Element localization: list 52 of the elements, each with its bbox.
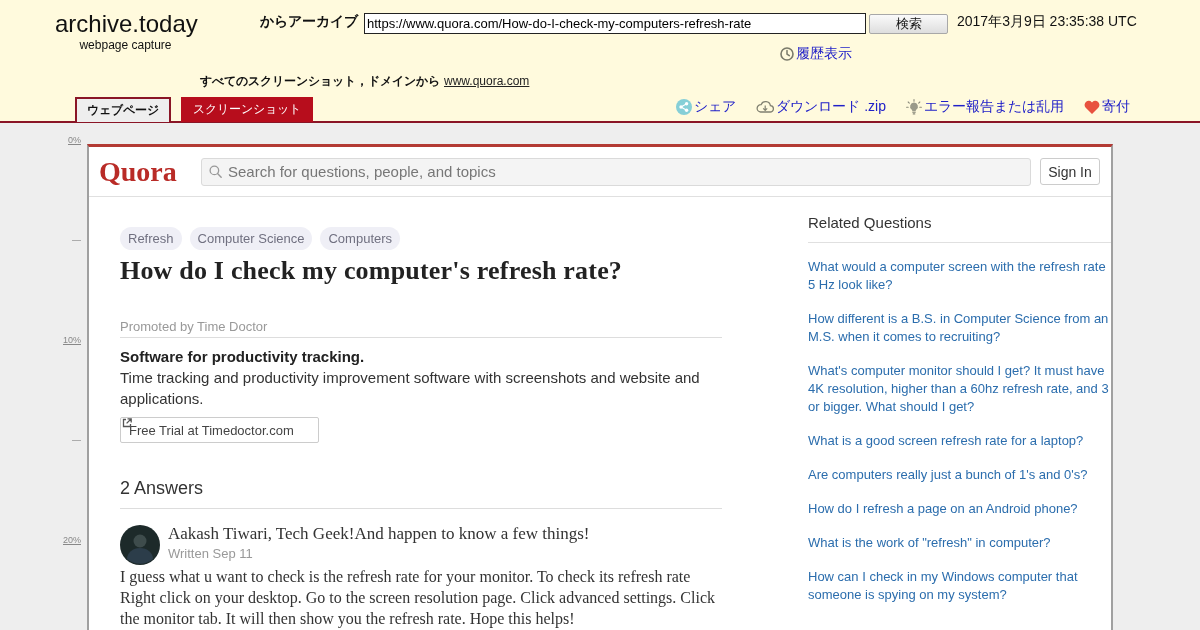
- related-question-link[interactable]: Are computers really just a bunch of 1's and 0's?: [808, 466, 1088, 484]
- ad-cta-button[interactable]: Free Trial at Timedoctor.com: [120, 417, 319, 443]
- archive-label: からアーカイブ: [260, 12, 358, 31]
- answer-count: 2 Answers: [120, 477, 722, 509]
- tab[interactable]: ウェブページ: [75, 97, 171, 122]
- scale-label[interactable]: 10%: [63, 335, 81, 345]
- scale-label[interactable]: 20%: [63, 535, 81, 545]
- scale-label[interactable]: 0%: [68, 135, 81, 145]
- ad-headline: Software for productivity tracking.: [120, 347, 366, 367]
- scale-tick: —: [72, 435, 81, 445]
- heart-icon: [1084, 99, 1100, 114]
- report-link[interactable]: エラー報告または乱用: [906, 98, 1064, 115]
- site-logo[interactable]: archive.today: [55, 10, 196, 38]
- ad-description: Time tracking and productivity improvement software with screenshots and website and applications.: [120, 368, 701, 409]
- search-icon: [209, 164, 222, 178]
- related-question-link[interactable]: What is the work of "refresh" in computer?: [808, 534, 1051, 552]
- answer-date: Written Sep 11: [168, 546, 253, 562]
- history-link[interactable]: 履歴表示: [780, 45, 852, 62]
- quora-logo[interactable]: Quora: [99, 156, 179, 187]
- share-link[interactable]: シェア: [676, 98, 737, 115]
- domain-label: すべてのスクリーンショット，ドメインから: [200, 74, 440, 88]
- answer-text: I guess what u want to check is the refresh rate for your monitor. To check its refresh rate Right click on your desktop. Go to the screen resolution page. Click advanced settings. Click the monitor tab. It will then show you the refresh rate. Hope this helps!: [120, 567, 716, 629]
- related-question-link[interactable]: How do I refresh a page on an Android phone?: [808, 500, 1078, 518]
- capture-time: 2017年3月9日 23:35:38 UTC: [957, 12, 1137, 31]
- related-question-link[interactable]: What's computer monitor should I get? It must have 4K resolution, higher than a 60hz refresh rate, and 3 or bigger. What should I get?: [808, 362, 1109, 416]
- url-field[interactable]: https://www.quora.com/How-do-I-check-my-computers-refresh-rate: [364, 13, 866, 34]
- related-question-link[interactable]: How different is a B.S. in Computer Science from an M.S. when it comes to recruiting?: [808, 310, 1109, 346]
- donate-link[interactable]: 寄付: [1084, 98, 1130, 115]
- scale-tick: —: [72, 235, 81, 245]
- domain-link[interactable]: www.quora.com: [444, 74, 530, 88]
- related-questions-heading: Related Questions: [808, 213, 1111, 243]
- topic-tag[interactable]: Refresh: [120, 227, 182, 250]
- lightbulb-icon: [906, 98, 922, 115]
- cloud-download-icon: [756, 100, 775, 113]
- share-icon: [676, 98, 693, 115]
- clock-icon: [780, 46, 794, 61]
- avatar-icon: [120, 525, 160, 565]
- promoted-label: Promoted by Time Doctor: [120, 319, 722, 338]
- download-link[interactable]: ダウンロード .zip: [756, 98, 886, 115]
- search-field[interactable]: Search for questions, people, and topics: [201, 157, 1031, 186]
- site-tagline: webpage capture: [78, 38, 173, 52]
- topic-tag[interactable]: Computer Science: [189, 227, 313, 250]
- sign-in-button[interactable]: Sign In: [1040, 158, 1100, 185]
- topic-tag[interactable]: Computers: [320, 227, 401, 250]
- external-link-icon: [122, 418, 132, 428]
- search-button[interactable]: 検索: [869, 13, 948, 34]
- author-name[interactable]: Aakash Tiwari, Tech Geek!And happen to know a few things!: [168, 524, 590, 544]
- tab[interactable]: スクリーンショット: [181, 97, 313, 122]
- question-title: How do I check my computer's refresh rate?: [120, 256, 624, 286]
- related-question-link[interactable]: What would a computer screen with the refresh rate 5 Hz look like?: [808, 258, 1106, 294]
- related-question-link[interactable]: How can I check in my Windows computer that someone is spying on my system?: [808, 568, 1078, 604]
- related-question-link[interactable]: What is a good screen refresh rate for a laptop?: [808, 432, 1084, 450]
